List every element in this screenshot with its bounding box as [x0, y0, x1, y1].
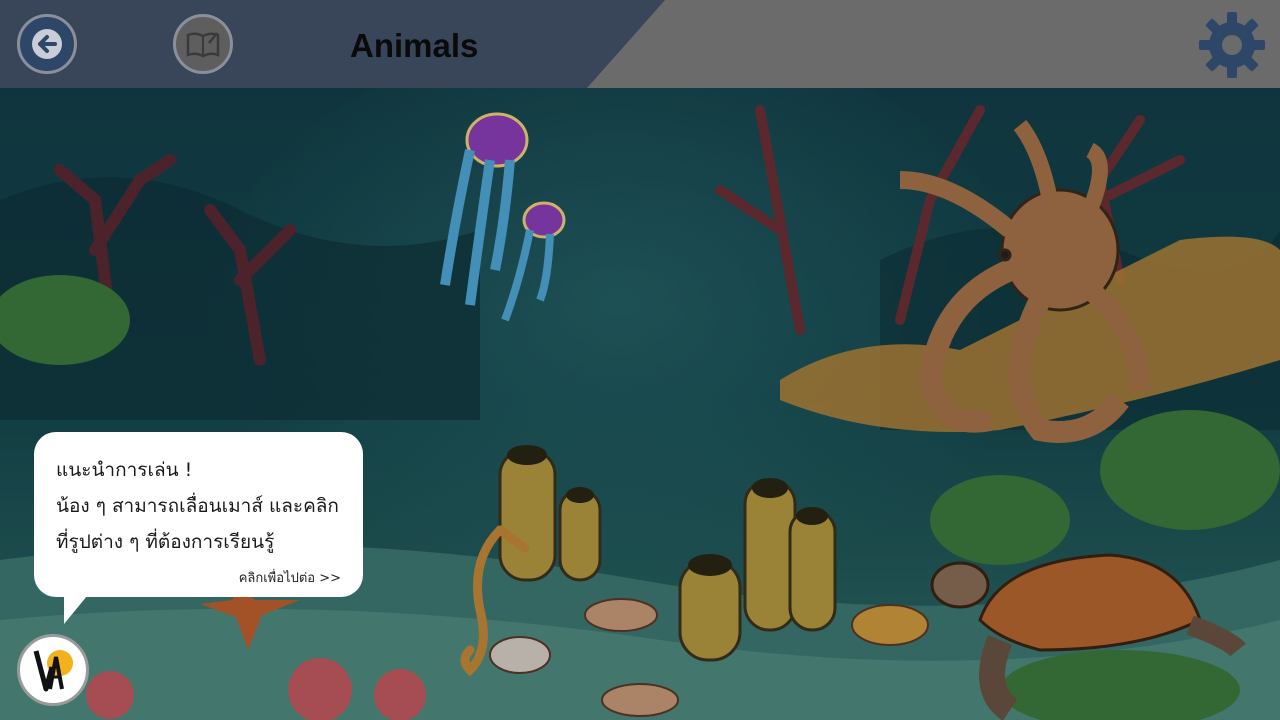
arrow-left-icon — [32, 29, 62, 59]
instruction-line-1: น้อง ๆ สามารถเลื่อนเมาส์ และคลิก — [56, 495, 339, 517]
settings-button[interactable] — [1198, 11, 1266, 79]
book-pencil-icon — [186, 32, 220, 58]
gear-icon — [1199, 12, 1265, 78]
instruction-heading: แนะนำการเล่น ! — [56, 459, 193, 481]
vap-logo[interactable] — [17, 634, 89, 706]
page-title: Animals — [350, 27, 479, 64]
book-button[interactable] — [173, 14, 233, 74]
instruction-bubble: แนะนำการเล่น ! น้อง ๆ สามารถเลื่อนเมาส์ … — [34, 432, 363, 597]
back-button[interactable] — [17, 14, 77, 74]
header-bar-left — [0, 0, 665, 88]
underwater-scene — [0, 0, 1280, 720]
instruction-line-2: ที่รูปต่าง ๆ ที่ต้องการเรียนรู้ — [56, 531, 275, 553]
continue-link[interactable]: คลิกเพื่อไปต่อ >> — [239, 567, 341, 588]
vap-logo-mark — [33, 650, 73, 692]
